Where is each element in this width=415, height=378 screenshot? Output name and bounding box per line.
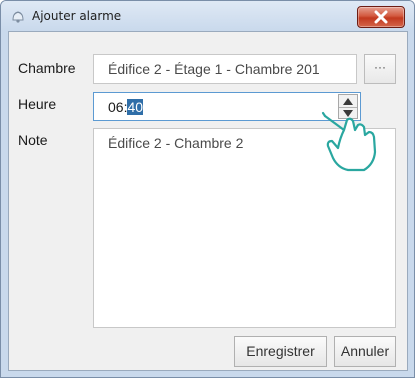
close-button[interactable] — [357, 6, 405, 28]
time-hours: 06: — [108, 99, 128, 115]
dialog-body: Chambre Édifice 2 - Étage 1 - Chambre 20… — [8, 31, 408, 371]
save-button[interactable]: Enregistrer — [234, 336, 327, 367]
room-field[interactable]: Édifice 2 - Étage 1 - Chambre 201 — [93, 54, 357, 84]
close-icon — [374, 10, 388, 24]
note-label: Note — [18, 132, 48, 148]
alarm-bell-icon — [10, 9, 26, 23]
hand-pointer-cursor-icon — [321, 111, 377, 172]
time-label: Heure — [18, 96, 57, 112]
room-label: Chambre — [18, 60, 76, 76]
cancel-button[interactable]: Annuler — [334, 336, 396, 367]
time-minutes-selected: 40 — [127, 99, 144, 115]
add-alarm-dialog: Ajouter alarme Chambre Édifice 2 - Étage… — [0, 0, 415, 378]
window-title: Ajouter alarme — [32, 9, 122, 23]
browse-room-button[interactable]: ··· — [364, 54, 396, 84]
title-bar[interactable]: Ajouter alarme — [1, 1, 414, 31]
triangle-up-icon — [343, 98, 353, 105]
